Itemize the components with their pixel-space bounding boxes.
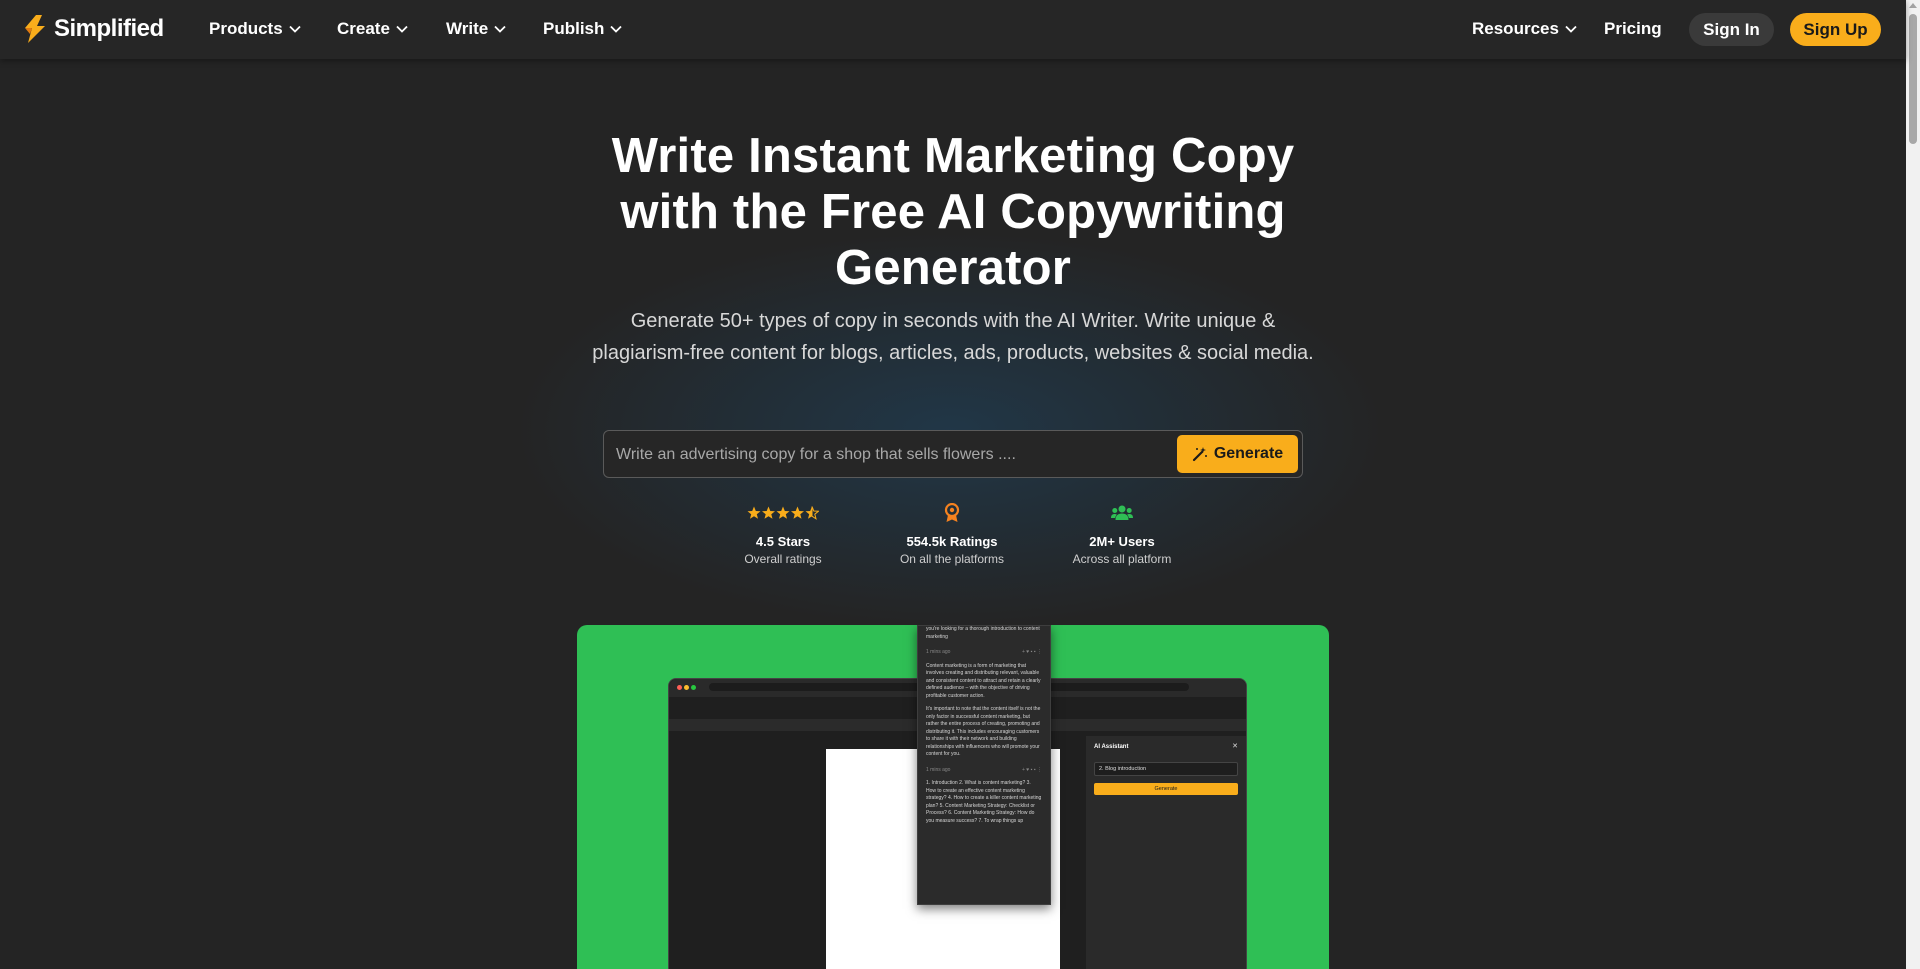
nav-resources[interactable]: Resources [1472, 19, 1577, 39]
card-outline-list: 1. Introduction 2. What is content marke… [926, 780, 1042, 824]
card-actions-icon: + ♥ ▪ ▪ ⋮ [1022, 649, 1042, 655]
generate-button[interactable]: Generate [1177, 435, 1298, 473]
nav-publish-label: Publish [543, 19, 605, 38]
users-icon [1032, 504, 1212, 522]
chevron-down-icon [289, 25, 301, 33]
stat-ratings-count-title: 554.5k Ratings [906, 534, 998, 549]
card-meta: 1 mins ago + ♥ ▪ ▪ ⋮ [926, 767, 1042, 775]
mockup-ai-assistant-panel: AI Assistant ✕ 2. Blog introduction Gene… [1086, 736, 1246, 969]
nav-pricing-label: Pricing [1604, 19, 1662, 38]
card-time: 1 mins ago [926, 649, 951, 655]
stat-users-title: 2M+ Users [1089, 534, 1155, 549]
nav-products[interactable]: Products [209, 19, 301, 39]
hero-subtitle: Generate 50+ types of copy in seconds wi… [592, 310, 1314, 364]
nav-write[interactable]: Write [446, 19, 506, 39]
nav-write-label: Write [446, 19, 489, 38]
ai-assistant-title: AI Assistant [1094, 744, 1129, 750]
chevron-down-icon [494, 25, 506, 33]
award-icon [862, 503, 1042, 522]
card-paragraph-1: Content marketing is a form of marketing… [926, 662, 1041, 699]
prompt-bar: Generate [603, 430, 1303, 478]
top-navigation: Simplified Products Create Write Publish… [0, 0, 1906, 59]
card-meta: 1 mins ago + ♥ ▪ ▪ ⋮ [926, 649, 1042, 657]
logo-icon [25, 15, 45, 43]
chevron-down-icon [396, 25, 408, 33]
nav-create-label: Create [337, 19, 390, 38]
nav-pricing[interactable]: Pricing [1604, 19, 1662, 39]
card-top-text: you're looking for a thorough introducti… [926, 626, 1040, 640]
stat-ratings-count: 554.5k Ratings On all the platforms [862, 503, 1042, 566]
page-scrollbar[interactable] [1906, 0, 1920, 969]
sign-up-button[interactable]: Sign Up [1790, 13, 1881, 46]
chevron-down-icon [610, 25, 623, 33]
ai-generate-button: Generate [1094, 783, 1238, 795]
stat-rating: 4.5 Stars Overall ratings [693, 504, 873, 566]
ai-template-select: 2. Blog introduction [1094, 762, 1238, 776]
stat-ratings-count-subtitle: On all the platforms [899, 552, 1005, 566]
window-dot-icon [677, 685, 682, 690]
stat-rating-title: 4.5 Stars [755, 534, 811, 549]
mockup-results-card: you're looking for a thorough introducti… [917, 625, 1051, 905]
magic-wand-icon [1192, 447, 1207, 462]
card-actions-icon: + ♥ ▪ ▪ ⋮ [1022, 766, 1042, 773]
nav-resources-label: Resources [1472, 19, 1559, 38]
stat-users: 2M+ Users Across all platform [1032, 504, 1212, 566]
prompt-input[interactable] [616, 439, 1156, 471]
scroll-thumb[interactable] [1909, 14, 1917, 144]
stars-icon [693, 504, 873, 522]
window-dot-icon [684, 685, 689, 690]
card-time: 1 mins ago [926, 766, 951, 773]
sign-in-button[interactable]: Sign In [1689, 13, 1774, 46]
nav-products-label: Products [209, 19, 283, 38]
chevron-down-icon [1565, 25, 1577, 33]
close-icon: ✕ [1232, 743, 1238, 750]
hero-title: Write Instant Marketing Copy with the Fr… [611, 129, 1295, 295]
stat-rating-subtitle: Overall ratings [744, 552, 822, 566]
scroll-up-arrow-icon[interactable] [1909, 3, 1917, 8]
brand-logo[interactable]: Simplified [22, 14, 164, 44]
generate-button-label: Generate [1213, 445, 1284, 462]
stat-users-subtitle: Across all platform [1072, 552, 1172, 566]
product-preview: AI Assistant ✕ 2. Blog introduction Gene… [577, 625, 1329, 969]
window-dot-icon [691, 685, 696, 690]
nav-publish[interactable]: Publish [543, 19, 623, 39]
brand-name: Simplified [54, 15, 164, 42]
nav-create[interactable]: Create [337, 19, 408, 39]
card-paragraph-2: It's important to note that the content … [926, 706, 1041, 757]
